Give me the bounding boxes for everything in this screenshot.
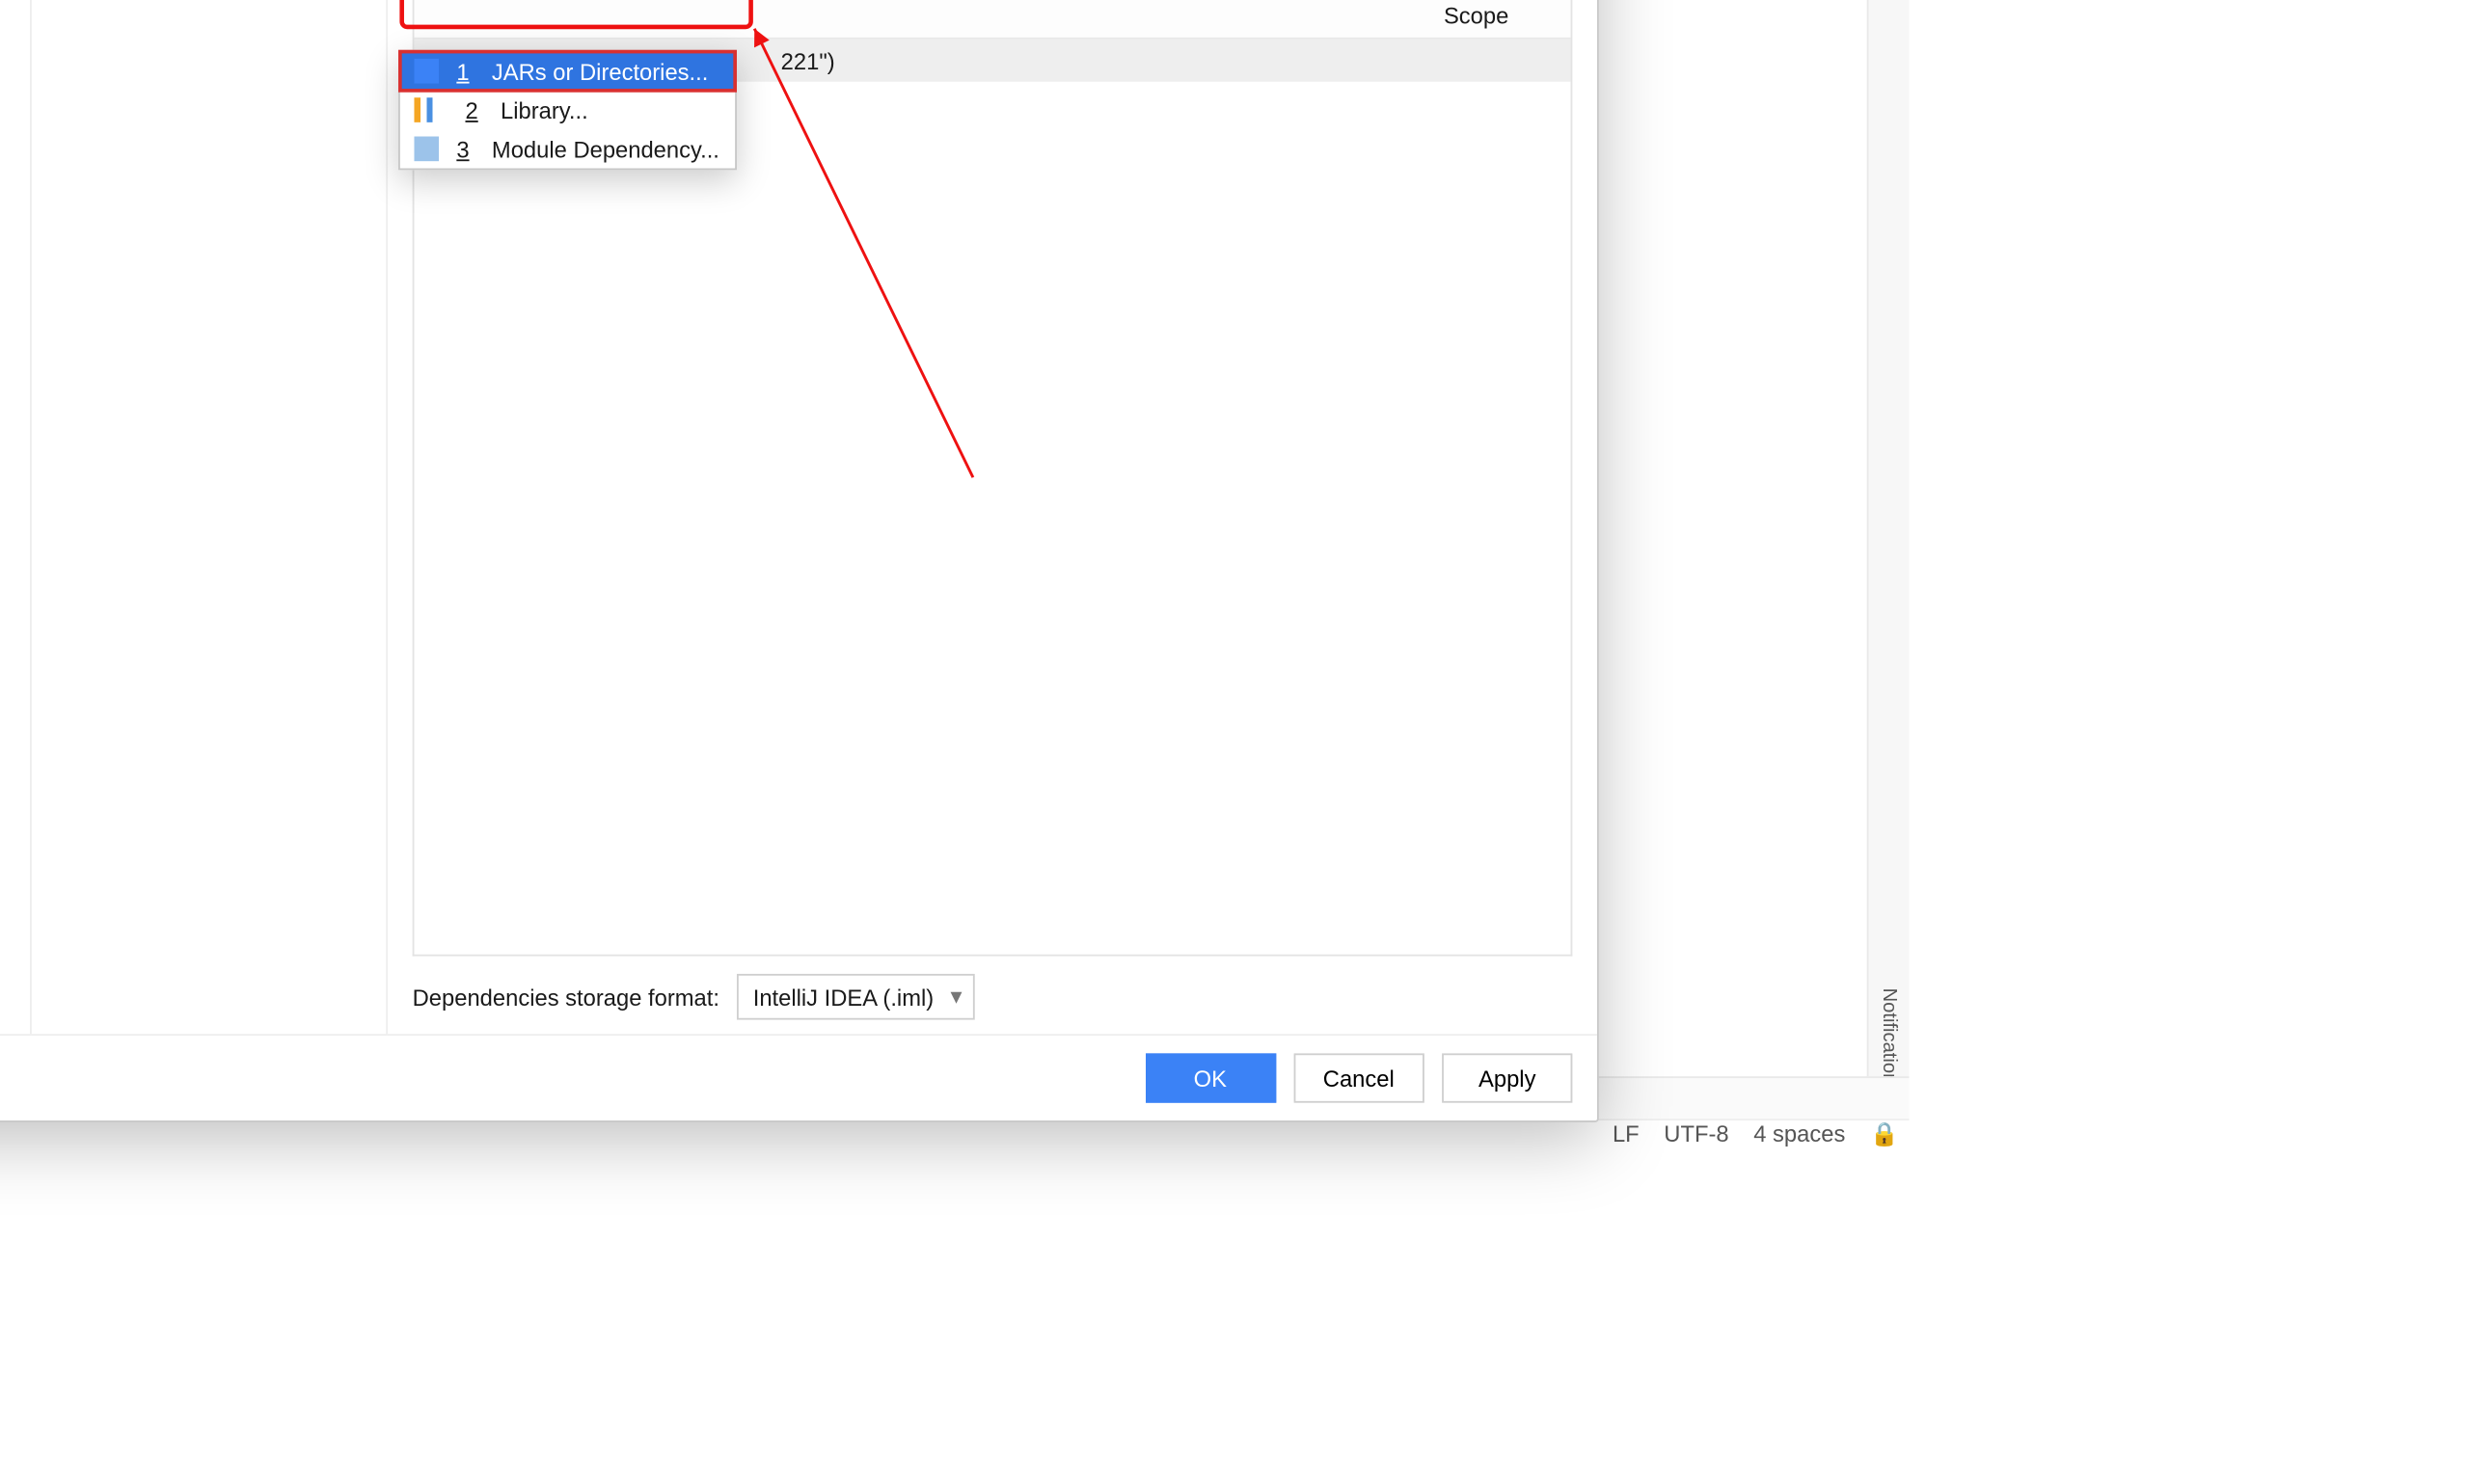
modal-backdrop: Project Structure ✕ ← → Project Settings… bbox=[0, 0, 1910, 1147]
nav-section-platform-settings: Platform Settings bbox=[0, 36, 30, 83]
chevron-down-icon: ▾ bbox=[951, 983, 963, 1011]
nav-problems[interactable]: Problems bbox=[0, 200, 30, 244]
module-editor: Name: Sources Paths Dependencies Module … bbox=[388, 0, 1597, 1034]
nav-global-libraries[interactable]: Global Libraries bbox=[0, 127, 30, 172]
add-dependency-popup: 1 JARs or Directories... 2 Library... 3 … bbox=[398, 50, 737, 171]
storage-format-combobox[interactable]: IntelliJ IDEA (.iml) ▾ bbox=[737, 974, 974, 1020]
libraries-icon bbox=[414, 97, 439, 122]
column-scope[interactable]: Scope bbox=[1429, 2, 1570, 28]
cancel-button[interactable]: Cancel bbox=[1293, 1053, 1424, 1102]
project-structure-dialog: Project Structure ✕ ← → Project Settings… bbox=[0, 0, 1599, 1122]
popup-module-dependency[interactable]: 3 Module Dependency... bbox=[400, 129, 735, 168]
settings-nav: ← → Project Settings Project Modules Lib… bbox=[0, 0, 32, 1034]
popup-jars-or-directories[interactable]: 1 JARs or Directories... bbox=[400, 52, 735, 91]
ok-button[interactable]: OK bbox=[1145, 1053, 1275, 1102]
jar-icon bbox=[414, 59, 439, 84]
apply-button[interactable]: Apply bbox=[1442, 1053, 1572, 1102]
nav-sdks[interactable]: SDKs bbox=[0, 84, 30, 128]
module-icon bbox=[414, 137, 439, 162]
modules-list-panel: ＋ − ⧉ ▾demo123 Web bbox=[32, 0, 388, 1034]
storage-format-label: Dependencies storage format: bbox=[413, 984, 719, 1010]
nav-artifacts[interactable]: Artifacts bbox=[0, 0, 30, 36]
popup-library[interactable]: 2 Library... bbox=[400, 91, 735, 129]
dialog-footer: ? OK Cancel Apply bbox=[0, 1036, 1597, 1120]
